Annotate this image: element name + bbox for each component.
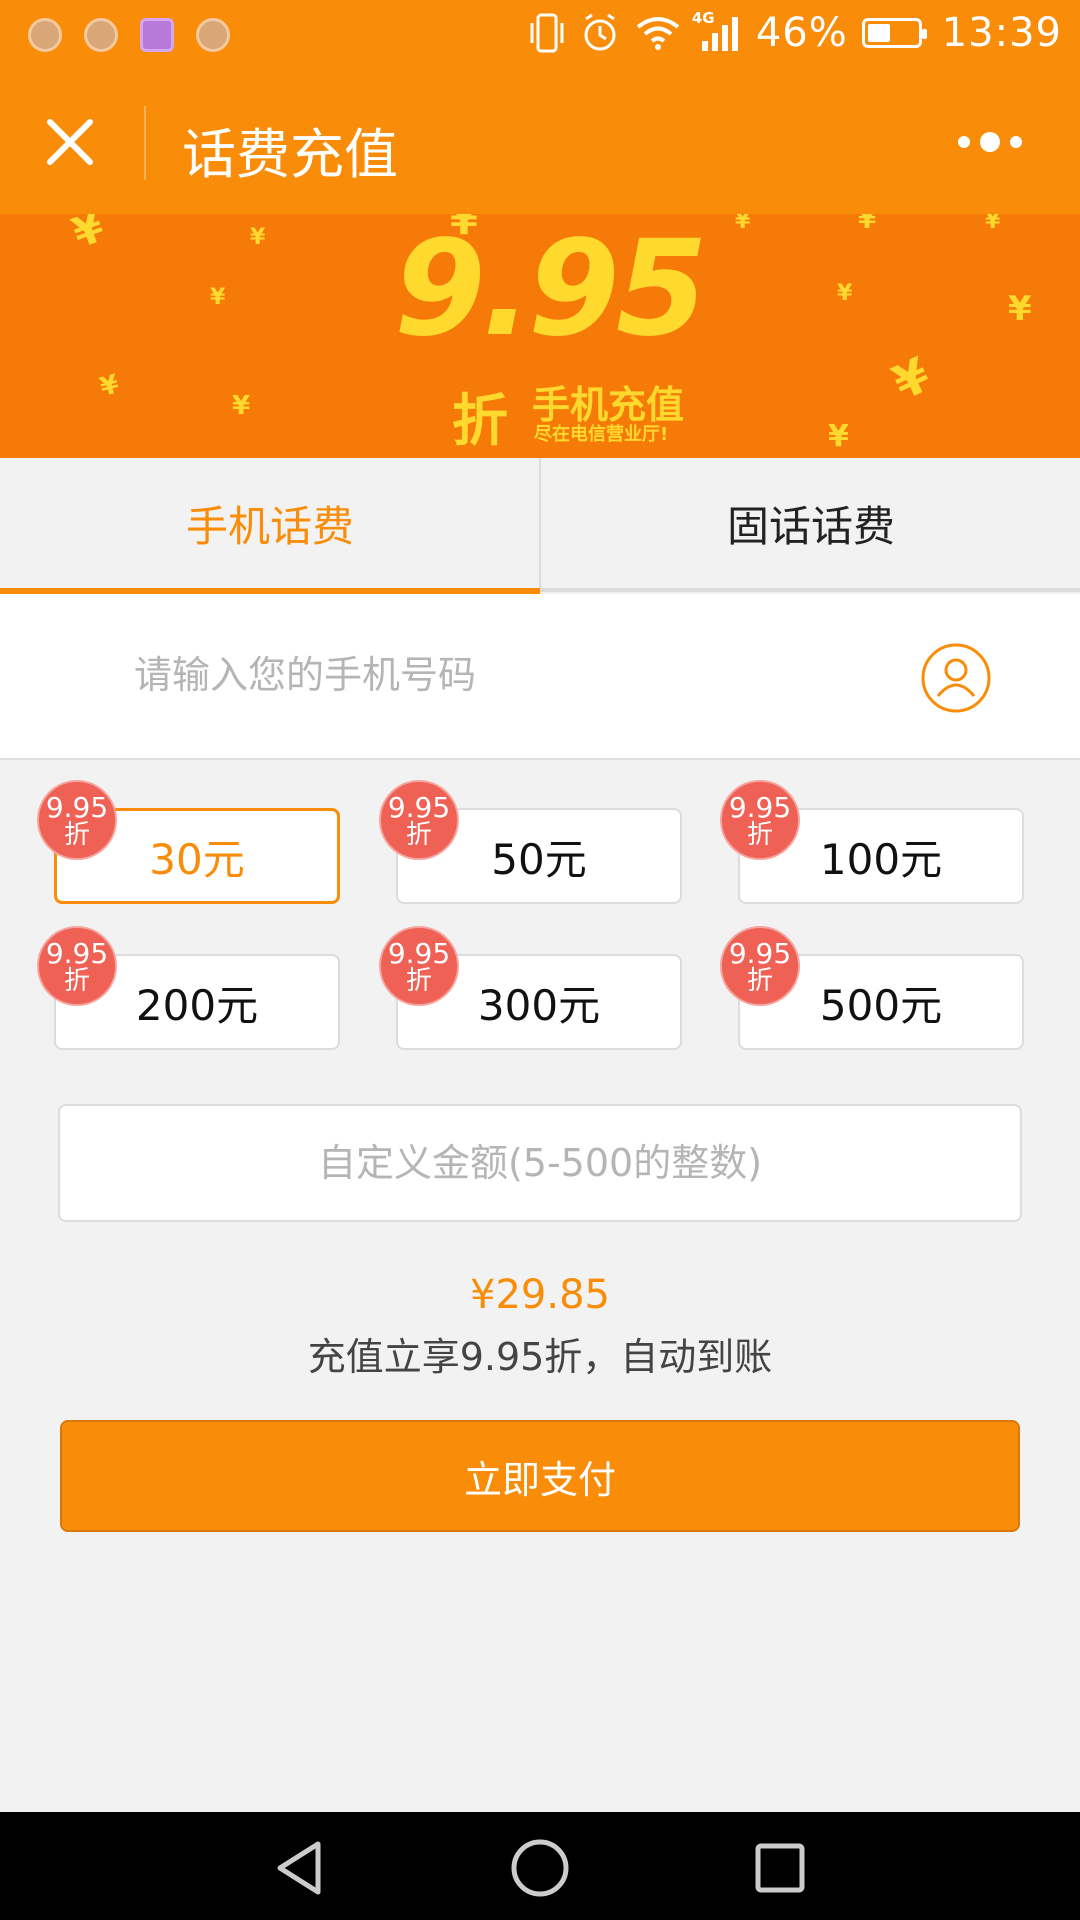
page-title: 话费充值	[182, 123, 398, 186]
discount-badge: 9.95 折	[37, 926, 117, 1006]
badge-unit: 折	[746, 966, 773, 996]
banner-big-number: 9.95	[394, 214, 708, 366]
title-divider	[144, 106, 146, 180]
alarm-icon	[584, 13, 616, 51]
home-icon[interactable]	[508, 1836, 572, 1900]
status-indicators: 4G 46% 13:39	[528, 9, 1062, 56]
tab-label: 固话话费	[726, 501, 895, 551]
badge-unit: 折	[63, 820, 90, 850]
badge-number: 9.95	[728, 791, 792, 824]
pay-now-button[interactable]: 立即支付	[60, 1420, 1020, 1532]
tab-landline-recharge[interactable]: 固话话费	[541, 458, 1080, 588]
tab-mobile-recharge[interactable]: 手机话费	[0, 458, 540, 588]
wechat-notification-icon	[196, 18, 230, 52]
tab-label: 手机话费	[185, 501, 354, 551]
payable-price: ¥29.85	[470, 1272, 610, 1318]
svg-text:¥: ¥	[66, 214, 110, 258]
badge-unit: 折	[746, 820, 773, 850]
amount-label: 30元	[149, 834, 245, 884]
amount-label: 300元	[477, 980, 601, 1030]
badge-unit: 折	[63, 966, 90, 996]
discount-badge: 9.95 折	[379, 926, 459, 1006]
phone-number-input[interactable]	[132, 644, 836, 706]
badge-number: 9.95	[45, 937, 109, 970]
back-icon[interactable]	[268, 1836, 332, 1900]
svg-text:¥: ¥	[97, 369, 122, 403]
phone-input-row	[0, 594, 1080, 760]
amount-label: 500元	[819, 980, 943, 1030]
badge-number: 9.95	[387, 937, 451, 970]
pay-button-label: 立即支付	[463, 1457, 616, 1502]
svg-text:¥: ¥	[250, 225, 266, 250]
system-navigation-bar	[0, 1812, 1080, 1920]
custom-amount-input[interactable]	[58, 1104, 1022, 1222]
close-icon[interactable]	[40, 112, 100, 172]
amount-label: 100元	[819, 834, 943, 884]
discount-note: 充值立享9.95折，自动到账	[307, 1335, 773, 1379]
app-notification-icon	[28, 18, 62, 52]
recent-apps-icon[interactable]	[748, 1836, 812, 1900]
clock: 13:39	[941, 10, 1062, 56]
status-bar: 4G 46% 13:39	[0, 0, 1080, 72]
svg-text:¥: ¥	[210, 285, 226, 310]
svg-text:¥: ¥	[735, 214, 751, 234]
svg-text:¥: ¥	[1008, 289, 1032, 329]
discount-badge: 9.95 折	[720, 780, 800, 860]
battery-percent: 46%	[755, 10, 848, 56]
svg-text:¥: ¥	[232, 391, 250, 421]
more-options-icon[interactable]	[940, 122, 1040, 162]
gallery-notification-icon	[140, 18, 174, 52]
svg-text:¥: ¥	[837, 281, 853, 306]
svg-text:¥: ¥	[828, 419, 849, 454]
badge-number: 9.95	[728, 937, 792, 970]
battery-level	[867, 24, 890, 42]
discount-badge: 9.95 折	[37, 780, 117, 860]
promo-banner: ¥ ¥ ¥ ¥ ¥ ¥ ¥ ¥ ¥ ¥ ¥ ¥ ¥ 9.95 折 手机充值 尽在…	[0, 214, 1080, 458]
tab-bar: 手机话费 固话话费	[0, 458, 1080, 594]
svg-text:¥: ¥	[885, 347, 939, 412]
discount-badge: 9.95 折	[720, 926, 800, 1006]
amount-label: 50元	[491, 834, 587, 884]
amount-label: 200元	[135, 980, 259, 1030]
badge-unit: 折	[405, 820, 432, 850]
discount-badge: 9.95 折	[379, 780, 459, 860]
heart-app-notification-icon	[84, 18, 118, 52]
wifi-icon	[636, 17, 680, 50]
banner-subline: 尽在电信营业厅!	[534, 424, 669, 445]
badge-unit: 折	[405, 966, 432, 996]
vibrate-icon	[530, 13, 564, 53]
contact-picker-icon[interactable]	[920, 642, 992, 714]
battery-icon	[861, 18, 927, 48]
badge-number: 9.95	[387, 791, 451, 824]
banner-discount-char: 折	[452, 389, 508, 454]
svg-text:¥: ¥	[858, 214, 876, 235]
signal-icon: 4G	[692, 9, 742, 55]
title-bar: 话费充值	[0, 72, 1080, 214]
notification-icons	[28, 18, 230, 52]
badge-number: 9.95	[45, 791, 109, 824]
svg-text:¥: ¥	[985, 214, 1001, 234]
